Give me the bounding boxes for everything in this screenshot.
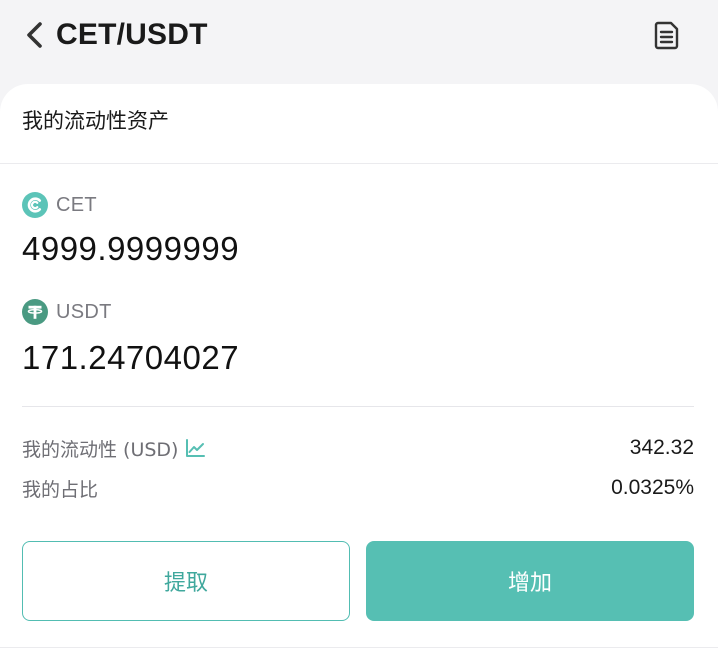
asset-name: USDT xyxy=(56,300,112,323)
divider xyxy=(0,647,718,648)
liquidity-label-wrap: 我的流动性 (USD) xyxy=(22,435,206,462)
document-icon xyxy=(654,21,679,50)
share-row: 我的占比 0.0325% xyxy=(22,473,694,503)
divider xyxy=(0,163,718,164)
line-chart-icon[interactable] xyxy=(184,437,206,459)
liquidity-row: 我的流动性 (USD) 342.32 xyxy=(22,433,694,463)
top-bar: CET/USDT xyxy=(0,0,718,82)
share-label: 我的占比 xyxy=(22,478,99,501)
divider xyxy=(22,406,694,407)
page-title: CET/USDT xyxy=(56,18,208,51)
asset-name: CET xyxy=(56,193,97,216)
withdraw-button[interactable]: 提取 xyxy=(22,541,350,621)
liquidity-label: 我的流动性 (USD) xyxy=(22,438,179,461)
share-value: 0.0325% xyxy=(611,476,694,499)
records-button[interactable] xyxy=(650,18,684,52)
asset-cet-header: CET xyxy=(22,192,97,218)
asset-amount: 171.24704027 xyxy=(22,339,240,376)
asset-usdt-header: USDT xyxy=(22,299,112,325)
asset-amount: 4999.9999999 xyxy=(22,230,240,267)
liquidity-value: 342.32 xyxy=(629,436,694,459)
usdt-coin-icon xyxy=(22,299,48,325)
chevron-left-icon xyxy=(27,22,42,48)
liquidity-card: 我的流动性资产 CET 4999.9999999 USDT 171.247040… xyxy=(0,84,718,650)
section-title: 我的流动性资产 xyxy=(22,109,169,133)
back-button[interactable] xyxy=(18,18,52,52)
cet-coin-icon xyxy=(22,192,48,218)
add-liquidity-button[interactable]: 增加 xyxy=(366,541,694,621)
